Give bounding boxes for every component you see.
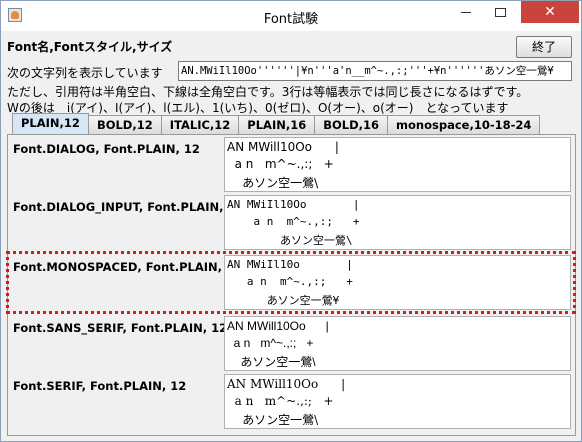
sample-text-area[interactable]: AN MWiIl10Oo | a n m^~.,:; + あソン空一鶯\ (224, 195, 571, 250)
row-label: Font.DIALOG, Font.PLAIN, 12 (13, 142, 200, 156)
sample-line: AN MWiIl10Oo | (227, 198, 360, 211)
sample-text-field[interactable]: AN.MWiIl10Oo''''''|¥n'''a'n__m^~.,:;'''+… (178, 61, 572, 81)
sample-line: あソン空一鶯¥ (227, 294, 340, 307)
sample-line: AN MWill10Oo | (227, 140, 339, 154)
sample-line: あソン空一鶯\ (227, 413, 319, 427)
title-bar[interactable]: Font試験 ✕ (1, 1, 581, 31)
row-label: Font.SERIF, Font.PLAIN, 12 (13, 379, 187, 393)
font-info-label: Font名,Fontスタイル,サイズ (7, 40, 173, 54)
sample-line: AN MWill10Oo | (227, 319, 329, 333)
font-row-dialog-input: Font.DIALOG_INPUT, Font.PLAIN, 12 AN MWi… (11, 195, 571, 252)
tab-monospace[interactable]: monospace,10-18-24 (387, 115, 541, 134)
maximize-button[interactable] (485, 1, 515, 23)
sample-line: a n m^~.,:; + (227, 157, 334, 171)
row-label: Font.MONOSPACED, Font.PLAIN, 12 (13, 260, 243, 274)
sample-text-area[interactable]: AN MWiIl10o | a n m^~.,:; + あソン空一鶯¥ (224, 255, 571, 310)
row-label: Font.DIALOG_INPUT, Font.PLAIN, 12 (13, 200, 244, 214)
sample-line: a n m^~.,:; + (227, 394, 334, 408)
tab-italic-12[interactable]: ITALIC,12 (160, 115, 240, 134)
tab-plain-16[interactable]: PLAIN,16 (238, 115, 316, 134)
sample-line: a n m^~.,:; + (227, 215, 360, 228)
sample-line: a n m^~.,:; + (227, 336, 314, 350)
tab-bold-16[interactable]: BOLD,16 (314, 115, 389, 134)
close-icon: ✕ (544, 4, 556, 20)
sample-line: あソン空一鶯\ (227, 176, 319, 190)
sample-line: AN MWiIl10o | (227, 258, 353, 271)
sample-text-area[interactable]: AN MWill10Oo | a n m^~.,:; + あソン空一鶯\ (224, 374, 571, 429)
font-row-dialog: Font.DIALOG, Font.PLAIN, 12 AN MWill10Oo… (11, 137, 571, 194)
minimize-button[interactable] (451, 1, 481, 23)
sample-line: a n m^~.,:; + (227, 275, 353, 288)
row-label: Font.SANS_SERIF, Font.PLAIN, 12 (13, 321, 228, 335)
sample-line: あソン空一鶯\ (227, 234, 353, 247)
sample-text-area[interactable]: AN MWill10Oo | a n m^~.,:; + あソン空一鶯\ (224, 316, 571, 371)
tab-plain-12[interactable]: PLAIN,12 (12, 113, 89, 134)
minimize-icon (461, 12, 471, 13)
maximize-icon (494, 8, 506, 17)
font-row-serif: Font.SERIF, Font.PLAIN, 12 AN MWill10Oo … (11, 374, 571, 431)
font-style-tabs: PLAIN,12 BOLD,12 ITALIC,12 PLAIN,16 BOLD… (12, 113, 541, 135)
tab-bold-12[interactable]: BOLD,12 (87, 115, 162, 134)
tab-panel: Font.DIALOG, Font.PLAIN, 12 AN MWill10Oo… (7, 134, 576, 436)
font-row-sans-serif: Font.SANS_SERIF, Font.PLAIN, 12 AN MWill… (11, 316, 571, 373)
exit-button[interactable]: 終了 (516, 36, 572, 58)
sample-line: AN MWill10Oo | (227, 377, 346, 391)
sample-text-area[interactable]: AN MWill10Oo | a n m^~.,:; + あソン空一鶯\ (224, 137, 571, 192)
sample-line: あソン空一鶯\ (227, 355, 316, 369)
font-row-monospaced: Font.MONOSPACED, Font.PLAIN, 12 AN MWiIl… (11, 255, 571, 312)
app-window: Font試験 ✕ Font名,Fontスタイル,サイズ 終了 次の文字列を表示し… (0, 0, 582, 442)
close-button[interactable]: ✕ (521, 1, 579, 23)
note-line-1: ただし、引用符は半角空白、下線は全角空白です。3行は等幅表示では同じ長さになるは… (7, 85, 529, 99)
sample-label: 次の文字列を表示しています (7, 66, 163, 80)
